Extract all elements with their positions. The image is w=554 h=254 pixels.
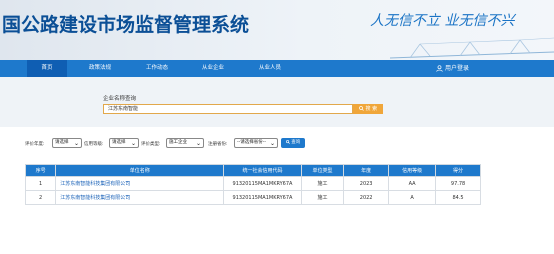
nav-item-policy[interactable]: 政策法规 — [80, 60, 120, 77]
query-button[interactable]: 查询 — [281, 138, 305, 148]
query-button-label: 查询 — [291, 140, 301, 145]
page: 国公路建设市场监督管理系统 人无信不立 业无信不兴 首页 政策法规 工作动态 从… — [0, 0, 554, 254]
nav-item-home[interactable]: 首页 — [27, 60, 67, 77]
bridge-graphic — [390, 37, 554, 59]
filter-type-select[interactable]: 施工企业 ⌄ — [166, 138, 204, 148]
filter-province-label: 注册省份: — [208, 142, 228, 147]
nav-item-personnel[interactable]: 从业人员 — [250, 60, 290, 77]
company-search-input[interactable]: 江苏东南智能 — [103, 104, 353, 114]
filter-year-value: 请选择 — [55, 140, 69, 145]
nav-item-news[interactable]: 工作动态 — [137, 60, 177, 77]
filter-type-label: 评价类型: — [141, 142, 161, 147]
col-header-index: 序号 — [24, 164, 57, 177]
filter-year-select[interactable]: 请选择 ⌄ — [52, 138, 82, 148]
site-header: 国公路建设市场监督管理系统 人无信不立 业无信不兴 — [0, 0, 554, 60]
cell-score: 84.5 — [435, 190, 481, 205]
filter-grade-select[interactable]: 请选择 ⌄ — [109, 138, 139, 148]
cell-year: 2023 — [343, 176, 390, 191]
main-nav: 首页 政策法规 工作动态 从业企业 从业人员 用户登录 — [0, 60, 554, 77]
cell-year: 2022 — [343, 190, 390, 205]
chevron-down-icon: ⌄ — [130, 140, 136, 147]
user-login-label: 用户登录 — [445, 65, 470, 72]
search-panel: 企业名称查询 江苏东南智能 搜 索 — [0, 77, 554, 127]
filter-province-select[interactable]: --请选择省份-- ⌄ — [234, 138, 278, 148]
filter-type-value: 施工企业 — [169, 140, 187, 145]
company-link[interactable]: 江苏东南智能科技集团有限公司 — [55, 190, 225, 205]
cell-score: 97.78 — [435, 176, 481, 191]
table-row: 2 江苏东南智能科技集团有限公司 91320115MA1MKRY67A 施工 2… — [24, 190, 481, 205]
search-icon — [285, 139, 290, 144]
site-slogan: 人无信不立 业无信不兴 — [370, 13, 515, 29]
filter-province-value: --请选择省份-- — [237, 140, 266, 145]
results-table: 序号 单位名称 统一社会信用代码 单位类型 年度 信用等级 得分 1 江苏东南智… — [24, 164, 481, 205]
chevron-down-icon: ⌄ — [269, 140, 275, 147]
chevron-down-icon: ⌄ — [195, 140, 201, 147]
col-header-year: 年度 — [343, 164, 390, 177]
col-header-unit-type: 单位类型 — [300, 164, 345, 177]
company-link[interactable]: 江苏东南智能科技集团有限公司 — [55, 176, 225, 191]
col-header-score: 得分 — [435, 164, 481, 177]
cell-unit-type: 施工 — [300, 176, 345, 191]
search-label: 企业名称查询 — [103, 96, 137, 102]
user-icon — [436, 65, 443, 72]
col-header-grade: 信用等级 — [388, 164, 437, 177]
cell-index: 1 — [24, 176, 57, 191]
col-header-credit-code: 统一社会信用代码 — [223, 164, 302, 177]
filter-year-label: 评价年度: — [25, 142, 45, 147]
search-button-label: 搜 索 — [365, 106, 378, 112]
search-icon — [359, 106, 364, 111]
filter-grade-value: 请选择 — [112, 140, 126, 145]
user-login-link[interactable]: 用户登录 — [436, 60, 469, 77]
cell-credit-code: 91320115MA1MKRY67A — [223, 176, 302, 191]
cell-grade: A — [388, 190, 437, 205]
table-header-row: 序号 单位名称 统一社会信用代码 单位类型 年度 信用等级 得分 — [24, 164, 481, 177]
cell-grade: AA — [388, 176, 437, 191]
table-row: 1 江苏东南智能科技集团有限公司 91320115MA1MKRY67A 施工 2… — [24, 176, 481, 191]
filter-grade-label: 信用等级: — [84, 142, 104, 147]
col-header-name: 单位名称 — [55, 164, 225, 177]
cell-credit-code: 91320115MA1MKRY67A — [223, 190, 302, 205]
cell-unit-type: 施工 — [300, 190, 345, 205]
chevron-down-icon: ⌄ — [73, 140, 79, 147]
search-button[interactable]: 搜 索 — [353, 104, 383, 114]
site-title: 国公路建设市场监督管理系统 — [2, 14, 250, 36]
nav-item-companies[interactable]: 从业企业 — [193, 60, 233, 77]
cell-index: 2 — [24, 190, 57, 205]
